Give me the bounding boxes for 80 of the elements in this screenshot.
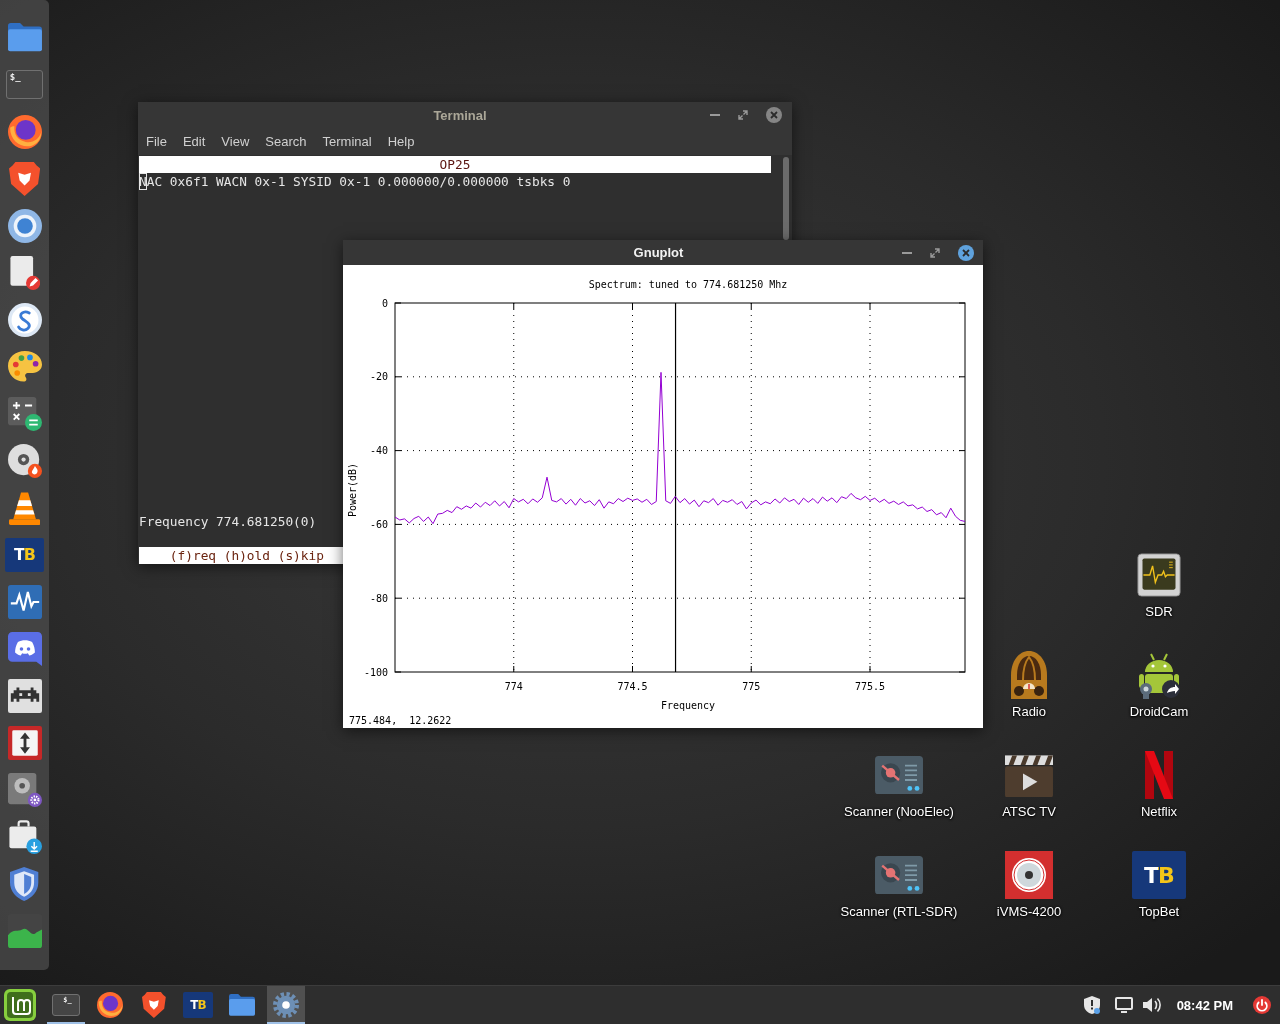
tb-logo-icon[interactable]: TB [183,992,213,1018]
radio-scanner-icon[interactable] [875,755,923,795]
shield-face-icon[interactable] [8,161,41,196]
maximize-icon[interactable] [930,247,940,258]
scrollbar-thumb[interactable] [783,157,789,240]
window-title: Terminal [433,107,487,123]
shield-alert-icon[interactable] [1083,996,1100,1014]
close-icon[interactable] [766,107,782,123]
oscilloscope-icon[interactable] [1137,553,1181,597]
header-bar: OP25 [139,156,771,173]
prompt-bar: (f)req (h)old (s)kip [139,547,343,564]
vintage-radio-icon[interactable] [1011,651,1047,699]
axis-tick-label: 775.5 [854,681,886,692]
axis-tick-label: 775 [742,681,761,692]
palette-icon[interactable] [7,350,42,383]
clapperboard-icon[interactable] [1005,752,1053,798]
menu-item[interactable]: View [213,134,258,149]
power-icon[interactable] [1253,996,1271,1014]
menu-item[interactable]: Search [257,134,315,149]
clock-time[interactable]: 08:42 PM [1176,997,1233,1013]
n-ribbon-icon[interactable] [1145,751,1173,799]
menu-item[interactable]: Help [379,134,423,149]
desktop-icon-label[interactable]: iVMS-4200 [996,904,1062,920]
chart-title: Spectrum: tuned to 774.681250 Mhz [588,279,788,290]
traffic-cone-icon[interactable] [8,490,41,525]
axis-tick-label: 0 [381,297,388,309]
menu-item[interactable]: Terminal [314,134,380,149]
terminal-icon[interactable]: $_ [5,70,44,99]
bag-download-icon[interactable] [7,819,42,854]
swirl-circle-icon[interactable] [7,302,42,337]
desktop-icon-label[interactable]: Scanner (RTL-SDR) [840,904,958,920]
space-invader-icon[interactable] [7,678,42,713]
disk-gear-icon[interactable] [7,772,42,807]
maximize-icon[interactable] [738,110,748,120]
minimize-icon[interactable] [902,251,912,254]
axis-tick-label: -40 [369,445,388,457]
radio-scanner-icon[interactable] [875,855,923,895]
window-title: Gnuplot [633,245,684,260]
calculator-icon[interactable] [7,396,42,431]
android-robot-icon[interactable] [1137,651,1181,699]
axis-tick-label: -100 [363,666,388,678]
desktop-icon-label[interactable]: Netflix [1140,804,1178,820]
desktop-icon-label[interactable]: Scanner (NooElec) [844,804,954,820]
menu-item[interactable]: Edit [174,134,214,149]
ring-logo-icon[interactable] [7,208,42,243]
menu-logo-icon[interactable] [4,989,36,1021]
desktop-icon-label[interactable]: Radio [1012,704,1046,720]
display-icon[interactable] [1114,997,1133,1013]
shield-icon[interactable] [10,866,39,901]
desktop-icon-label[interactable]: DroidCam [1129,704,1189,720]
chat-bubble-icon[interactable] [7,631,42,666]
page-pencil-icon[interactable] [8,255,41,290]
y-axis-label: Power(dB) [347,462,358,518]
axis-tick-label: -80 [369,592,388,604]
desktop-icon-label[interactable]: ATSC TV [1002,804,1056,820]
tb-logo-icon[interactable]: TB [5,537,44,572]
axis-tick-label: 774.5 [617,681,648,692]
camera-lens-icon[interactable] [1005,851,1053,899]
globe-icon[interactable] [97,992,123,1018]
menu-item[interactable]: File [138,134,175,149]
desktop-icon-label[interactable]: SDR [1145,604,1173,620]
gear-icon[interactable] [273,992,299,1018]
taskbar-button[interactable] [267,986,305,1024]
cursor-coordinates: 775.484, 12.2622 [348,714,453,728]
x-axis-label: Frequency [660,700,716,711]
axis-tick-label: -20 [369,371,388,383]
desktop-icon-label[interactable]: TopBet [1138,904,1180,920]
axis-tick-label: -60 [369,518,388,530]
globe-icon[interactable] [7,114,42,149]
shield-face-icon[interactable] [142,992,166,1018]
folder-icon[interactable] [229,994,255,1016]
taskbar-button[interactable]: TB [179,986,217,1024]
waveform-icon[interactable] [7,584,42,619]
volume-icon[interactable] [1142,997,1161,1013]
axis-tick-label: 774 [504,681,523,692]
tb-logo-icon[interactable]: TB [1132,851,1186,899]
disc-flame-icon[interactable] [7,443,42,478]
close-icon[interactable] [958,244,974,261]
terminal-line: Frequency 774.681250(0) [139,513,317,530]
folder-icon[interactable] [7,23,42,52]
